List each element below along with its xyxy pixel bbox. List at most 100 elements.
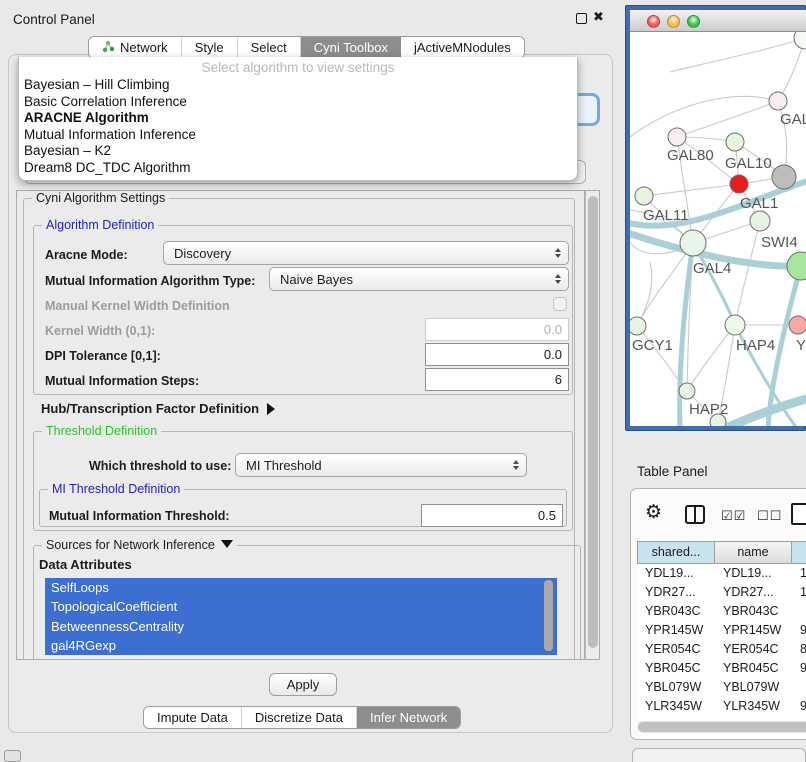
- column-header[interactable]: shared...: [637, 541, 715, 564]
- data-attribute-item[interactable]: TopologicalCoefficient: [45, 597, 557, 616]
- column-header[interactable]: name: [715, 541, 792, 564]
- settings-scrollbar[interactable]: [585, 190, 600, 660]
- network-edge[interactable]: [630, 96, 778, 137]
- mi-type-combobox[interactable]: Naive Bayes: [269, 267, 569, 291]
- table-cell: 9.: [792, 621, 806, 640]
- network-node-gal[interactable]: [769, 92, 787, 110]
- minimize-traffic-light-icon[interactable]: [667, 15, 680, 28]
- algorithm-option[interactable]: Dream8 DC_TDC Algorithm: [19, 160, 577, 177]
- bottom-left-mini-button[interactable]: [4, 750, 21, 762]
- network-node-hap2[interactable]: [679, 383, 695, 399]
- table-row[interactable]: YDL19...YDL19...13...: [637, 564, 806, 583]
- tab-jactivemnodules[interactable]: jActiveMNodules: [401, 37, 524, 58]
- table-panel-card: ⚙ ☑☑ ☐☐ shared...name YDL19...YDL19...13…: [630, 488, 806, 740]
- data-attribute-item[interactable]: SelfLoops: [45, 578, 557, 597]
- data-attribute-item[interactable]: BetweennessCentrality: [45, 617, 557, 636]
- data-attributes-list[interactable]: SelfLoopsTopologicalCoefficientBetweenne…: [45, 578, 557, 655]
- stepper-icon: [555, 248, 561, 258]
- network-node-y[interactable]: [789, 316, 806, 334]
- network-window-titlebar[interactable]: [630, 10, 806, 32]
- network-edge[interactable]: [670, 38, 805, 72]
- network-node-gal11[interactable]: [635, 187, 653, 205]
- tab-cyni-toolbox[interactable]: Cyni Toolbox: [301, 37, 401, 58]
- panel-title: Control Panel: [13, 12, 95, 27]
- table-body: YDL19...YDL19...13...YDR27...YDR27...12.…: [637, 564, 806, 720]
- network-node-label: HAP4: [736, 337, 775, 354]
- unchecked-pair-icon[interactable]: ☐☐: [757, 508, 782, 524]
- network-edge[interactable]: [687, 325, 735, 391]
- table-row[interactable]: YIL052CYIL052C9: [637, 716, 806, 720]
- close-icon[interactable]: ✖: [593, 9, 604, 25]
- network-node-gal80[interactable]: [668, 128, 686, 146]
- network-edge[interactable]: [644, 184, 739, 196]
- close-traffic-light-icon[interactable]: [647, 15, 660, 28]
- table-row[interactable]: YBL079WYBL079W: [637, 678, 806, 697]
- table-hscrollbar-thumb[interactable]: [638, 722, 806, 732]
- tab-infer-network[interactable]: Infer Network: [357, 707, 460, 728]
- network-edge[interactable]: [677, 101, 778, 137]
- zoom-traffic-light-icon[interactable]: [687, 15, 700, 28]
- data-attributes-label: Data Attributes: [39, 557, 132, 572]
- mi-steps-field[interactable]: 6: [425, 368, 569, 391]
- network-node-gcy1[interactable]: [630, 317, 646, 335]
- algorithm-option[interactable]: ARACNE Algorithm: [19, 110, 577, 127]
- table-cell: [792, 678, 806, 697]
- table-hscrollbar[interactable]: [637, 721, 806, 733]
- threshold-definition-title: Threshold Definition: [42, 424, 161, 438]
- document-icon[interactable]: [791, 503, 806, 525]
- network-view-window: GALGAL80GAL10GAL1GAL11SWI4GAL4GCY1HAP4YH…: [625, 5, 806, 431]
- network-node[interactable]: [794, 32, 806, 49]
- table-row[interactable]: YPR145WYPR145W9.: [637, 621, 806, 640]
- which-threshold-combobox[interactable]: MI Threshold: [235, 453, 527, 477]
- algorithm-option[interactable]: Basic Correlation Inference: [19, 94, 577, 111]
- control-panel-tabbar: Network StyleSelectCyni Toolbox jActiveMNo…: [88, 36, 525, 59]
- table-row[interactable]: YBR045CYBR045C9.: [637, 659, 806, 678]
- column-header[interactable]: [792, 541, 806, 564]
- network-node-swi4[interactable]: [750, 211, 770, 231]
- hub-definition-toggle[interactable]: Hub/Transcription Factor Definition: [41, 401, 275, 416]
- network-edge[interactable]: [637, 262, 652, 326]
- apply-button[interactable]: Apply: [269, 673, 337, 696]
- table-row[interactable]: YDR27...YDR27...12...: [637, 583, 806, 602]
- which-threshold-value: MI Threshold: [246, 458, 322, 473]
- table-cell: YPR145W: [715, 621, 792, 640]
- aracne-mode-combobox[interactable]: Discovery: [163, 241, 569, 265]
- network-node[interactable]: [772, 165, 796, 189]
- kernel-width-field[interactable]: 0.0: [425, 318, 569, 341]
- manual-kernel-checkbox[interactable]: [553, 297, 567, 311]
- tab-style[interactable]: Style: [182, 37, 238, 58]
- network-node[interactable]: [710, 414, 726, 426]
- network-node-gal1[interactable]: [730, 175, 748, 193]
- mi-threshold-label: Mutual Information Threshold:: [49, 509, 230, 523]
- tab-label: jActiveMNodules: [414, 40, 511, 55]
- table-cell: YER054C: [637, 640, 715, 659]
- network-node-gal10[interactable]: [726, 133, 744, 151]
- network-node-hap4[interactable]: [725, 315, 745, 335]
- settings-scrollbar-thumb[interactable]: [588, 196, 598, 648]
- tab-impute-data[interactable]: Impute Data: [144, 707, 242, 728]
- gear-icon[interactable]: ⚙: [645, 501, 662, 524]
- columns-icon[interactable]: [685, 505, 705, 524]
- table-row[interactable]: YBR043CYBR043C: [637, 602, 806, 621]
- list-scrollbar-thumb[interactable]: [544, 580, 553, 651]
- table-row[interactable]: YLR345WYLR345W9.: [637, 697, 806, 716]
- algorithm-option[interactable]: Mutual Information Inference: [19, 127, 577, 144]
- data-attribute-item[interactable]: gal4RGexp: [45, 636, 557, 655]
- network-canvas[interactable]: GALGAL80GAL10GAL1GAL11SWI4GAL4GCY1HAP4YH…: [630, 32, 806, 426]
- float-window-icon[interactable]: [576, 13, 587, 24]
- network-node[interactable]: [787, 252, 806, 280]
- network-edge[interactable]: [735, 221, 760, 325]
- algorithm-option[interactable]: Bayesian – Hill Climbing: [19, 77, 577, 94]
- algorithm-option[interactable]: Bayesian – K2: [19, 143, 577, 160]
- table-row[interactable]: YER054CYER054C8.: [637, 640, 806, 659]
- tab-select[interactable]: Select: [238, 37, 301, 58]
- tab-network[interactable]: Network: [89, 37, 182, 58]
- tab-discretize-data[interactable]: Discretize Data: [242, 707, 357, 728]
- network-node-label: GAL10: [725, 155, 772, 172]
- sources-group-title[interactable]: Sources for Network Inference: [42, 538, 237, 552]
- checked-pair-icon[interactable]: ☑☑: [721, 508, 746, 524]
- network-node-gal4[interactable]: [680, 230, 706, 256]
- tab-label: Network: [120, 40, 168, 55]
- dpi-tolerance-field[interactable]: 0.0: [425, 343, 569, 366]
- mi-threshold-field[interactable]: 0.5: [421, 504, 563, 527]
